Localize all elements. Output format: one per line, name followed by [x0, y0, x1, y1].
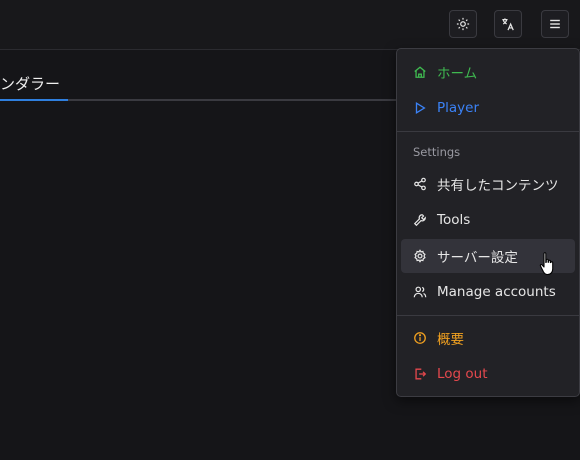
- gear-icon: [413, 249, 427, 263]
- section-label-settings: Settings: [413, 145, 461, 159]
- play-icon: [413, 101, 427, 115]
- top-bar: [0, 0, 580, 50]
- menu-button[interactable]: [541, 10, 569, 38]
- hamburger-icon: [550, 19, 560, 29]
- dropdown-menu: ホーム Player Settings 共有したコンテンツ Tools サーバー…: [396, 48, 580, 397]
- sun-icon: [456, 17, 470, 31]
- translate-icon: [502, 18, 514, 31]
- menu-item-tools[interactable]: Tools: [401, 203, 575, 237]
- tab-calendar[interactable]: ンダラー: [0, 73, 60, 94]
- menu-item-label: サーバー設定: [437, 250, 518, 266]
- menu-item-manage-accounts[interactable]: Manage accounts: [401, 275, 575, 309]
- language-button[interactable]: [494, 10, 522, 38]
- logout-icon: [413, 367, 427, 381]
- menu-item-home[interactable]: ホーム: [401, 55, 575, 89]
- info-icon: [413, 331, 427, 345]
- hand-cursor-icon: [539, 252, 554, 276]
- menu-item-label: 共有したコンテンツ: [437, 178, 559, 194]
- home-icon: [413, 65, 427, 79]
- menu-divider: [397, 131, 579, 132]
- menu-item-about[interactable]: 概要: [401, 321, 575, 355]
- menu-item-player[interactable]: Player: [401, 91, 575, 125]
- theme-toggle-button[interactable]: [449, 10, 477, 38]
- menu-divider: [397, 315, 579, 316]
- menu-item-label: Manage accounts: [437, 284, 556, 300]
- share-icon: [413, 177, 427, 191]
- menu-item-label: Log out: [437, 366, 488, 382]
- menu-item-shared-content[interactable]: 共有したコンテンツ: [401, 167, 575, 201]
- tab-active-indicator: [0, 99, 68, 101]
- menu-item-label: Tools: [437, 212, 471, 228]
- wrench-icon: [413, 213, 427, 227]
- menu-item-label: Player: [437, 100, 480, 116]
- menu-item-label: 概要: [437, 332, 464, 348]
- menu-item-logout[interactable]: Log out: [401, 357, 575, 391]
- menu-item-label: ホーム: [437, 66, 478, 82]
- users-icon: [413, 285, 427, 299]
